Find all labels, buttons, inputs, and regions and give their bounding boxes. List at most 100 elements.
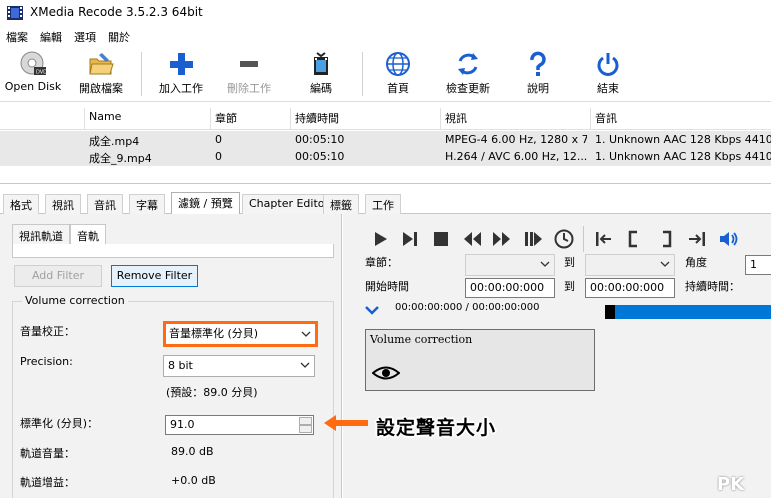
to-label: 到 bbox=[564, 280, 575, 293]
home-button[interactable]: 首頁 bbox=[370, 50, 426, 100]
callout-text: 設定聲音大小 bbox=[376, 417, 497, 439]
start-time-field[interactable]: 00:00:00:000 bbox=[465, 278, 555, 298]
cell-audio: 1. Unknown AAC 128 Kbps 44100 H bbox=[595, 150, 771, 163]
subtab-audio-track[interactable]: 音軌 bbox=[70, 224, 106, 244]
column-separator bbox=[210, 108, 211, 130]
encode-label: 編碼 bbox=[310, 82, 332, 95]
rewind-icon[interactable] bbox=[461, 228, 483, 250]
menu-file[interactable]: 檔案 bbox=[0, 26, 34, 46]
check-update-label: 檢查更新 bbox=[446, 82, 490, 95]
go-to-start-icon[interactable] bbox=[593, 228, 615, 250]
clock-icon[interactable] bbox=[553, 228, 575, 250]
track-list[interactable] bbox=[12, 244, 334, 258]
cell-video: H.264 / AVC 6.00 Hz, 12... bbox=[445, 150, 587, 163]
column-separator bbox=[440, 108, 441, 130]
cell-duration: 00:05:10 bbox=[295, 133, 345, 146]
chevron-down-icon[interactable] bbox=[365, 305, 379, 315]
tab-audio[interactable]: 音訊 bbox=[87, 194, 123, 214]
menu-options[interactable]: 選項 bbox=[68, 26, 102, 46]
spin-down-button[interactable] bbox=[299, 425, 312, 433]
tab-filter-preview[interactable]: 濾鏡 / 預覽 bbox=[171, 192, 240, 214]
title-bar: XMedia Recode 3.5.2.3 64bit bbox=[0, 0, 771, 26]
table-row[interactable]: 成全.mp4 0 00:05:10 MPEG-4 6.00 Hz, 1280 x… bbox=[0, 131, 771, 149]
check-update-button[interactable]: 檢查更新 bbox=[438, 50, 498, 100]
subtab-video-track[interactable]: 視訊軌道 bbox=[12, 224, 70, 244]
tab-tags[interactable]: 標籤 bbox=[323, 194, 359, 214]
tab-subtitle[interactable]: 字幕 bbox=[129, 194, 165, 214]
fast-forward-icon[interactable] bbox=[491, 228, 513, 250]
add-job-button[interactable]: 加入工作 bbox=[150, 50, 212, 100]
tab-video[interactable]: 視訊 bbox=[45, 194, 81, 214]
volume-icon[interactable] bbox=[717, 228, 739, 250]
add-filter-button[interactable]: Add Filter bbox=[14, 265, 102, 287]
chapter-label: 章節： bbox=[365, 256, 398, 269]
toolbar: DVD Open Disk 開啟檔案 加入工作 刪除工作 編碼 首頁 檢查更新 … bbox=[0, 46, 771, 102]
chapter-start-select[interactable] bbox=[465, 254, 555, 276]
cell-chapter: 0 bbox=[215, 133, 222, 146]
go-to-end-icon[interactable] bbox=[686, 228, 708, 250]
col-duration-header[interactable]: 持續時間 bbox=[295, 110, 339, 126]
group-title: Volume correction bbox=[22, 294, 128, 307]
step-forward-icon[interactable] bbox=[399, 228, 421, 250]
tab-format[interactable]: 格式 bbox=[3, 194, 39, 214]
col-name-header[interactable]: Name bbox=[89, 110, 121, 123]
open-disk-button[interactable]: DVD Open Disk bbox=[2, 50, 64, 100]
spin-up-button[interactable] bbox=[299, 417, 312, 425]
menu-edit[interactable]: 編輯 bbox=[34, 26, 68, 46]
start-time-label: 開始時間 bbox=[365, 280, 409, 293]
col-chapter-header[interactable]: 章節 bbox=[215, 110, 237, 126]
frame-step-icon[interactable] bbox=[522, 228, 544, 250]
angle-label: 角度 bbox=[685, 256, 707, 269]
encode-film-icon bbox=[314, 52, 328, 75]
help-button[interactable]: 說明 bbox=[512, 50, 564, 100]
exit-button[interactable]: 結束 bbox=[582, 50, 634, 100]
open-file-button[interactable]: 開啟檔案 bbox=[70, 50, 132, 100]
encode-button[interactable]: 編碼 bbox=[290, 50, 352, 100]
volume-correction-value: 音量標準化 (分貝) bbox=[169, 327, 259, 340]
remove-filter-button[interactable]: Remove Filter bbox=[111, 265, 198, 287]
question-icon bbox=[530, 51, 546, 76]
cell-name: 成全_9.mp4 bbox=[89, 152, 152, 165]
disc-icon: DVD bbox=[20, 51, 47, 76]
col-audio-header[interactable]: 音訊 bbox=[595, 110, 617, 126]
to-label: 到 bbox=[564, 256, 575, 269]
timeline-bar[interactable] bbox=[615, 305, 771, 319]
preview-panel: 章節： 到 角度 1 開始時間 00:00:00:000 到 00:00:00:… bbox=[343, 214, 771, 498]
end-time-field[interactable]: 00:00:00:000 bbox=[585, 278, 675, 298]
normalize-label: 標準化 (分貝)： bbox=[20, 417, 99, 430]
timeline-marker[interactable] bbox=[605, 305, 615, 319]
help-label: 說明 bbox=[527, 82, 549, 95]
table-row[interactable]: 成全_9.mp4 0 00:05:10 H.264 / AVC 6.00 Hz,… bbox=[0, 148, 771, 166]
chapter-end-select[interactable] bbox=[585, 254, 675, 276]
column-separator bbox=[590, 108, 591, 130]
delete-job-label: 刪除工作 bbox=[227, 82, 271, 95]
chevron-down-icon bbox=[660, 261, 670, 267]
menu-about[interactable]: 關於 bbox=[102, 26, 136, 46]
angle-field[interactable]: 1 bbox=[745, 255, 771, 275]
toolbar-separator bbox=[362, 52, 363, 96]
track-volume-label: 軌道音量： bbox=[20, 447, 75, 460]
precision-value: 8 bit bbox=[168, 359, 193, 372]
col-video-header[interactable]: 視訊 bbox=[445, 110, 467, 126]
cell-name: 成全.mp4 bbox=[89, 135, 140, 148]
normalize-value: 91.0 bbox=[170, 418, 195, 431]
power-icon bbox=[597, 53, 619, 76]
tab-chapter-editor[interactable]: Chapter Editor bbox=[242, 194, 337, 214]
normalize-spinbox[interactable]: 91.0 bbox=[165, 415, 314, 435]
play-icon[interactable] bbox=[369, 228, 391, 250]
file-list[interactable]: Name 章節 持續時間 視訊 音訊 成全.mp4 0 00:05:10 MPE… bbox=[0, 102, 771, 184]
tab-jobs[interactable]: 工作 bbox=[365, 194, 401, 214]
delete-job-button[interactable]: 刪除工作 bbox=[218, 50, 280, 100]
eye-icon[interactable] bbox=[372, 364, 400, 382]
volume-correction-select[interactable]: 音量標準化 (分貝) bbox=[163, 321, 318, 347]
globe-icon bbox=[386, 52, 410, 76]
precision-label: Precision: bbox=[20, 355, 73, 368]
stop-icon[interactable] bbox=[430, 228, 452, 250]
chevron-down-icon bbox=[301, 331, 311, 337]
mark-in-icon[interactable] bbox=[623, 228, 645, 250]
precision-select[interactable]: 8 bit bbox=[163, 355, 315, 377]
app-film-icon bbox=[7, 6, 23, 20]
watermark-logo: PK bbox=[717, 474, 745, 495]
mark-out-icon[interactable] bbox=[655, 228, 677, 250]
add-job-label: 加入工作 bbox=[159, 82, 203, 95]
